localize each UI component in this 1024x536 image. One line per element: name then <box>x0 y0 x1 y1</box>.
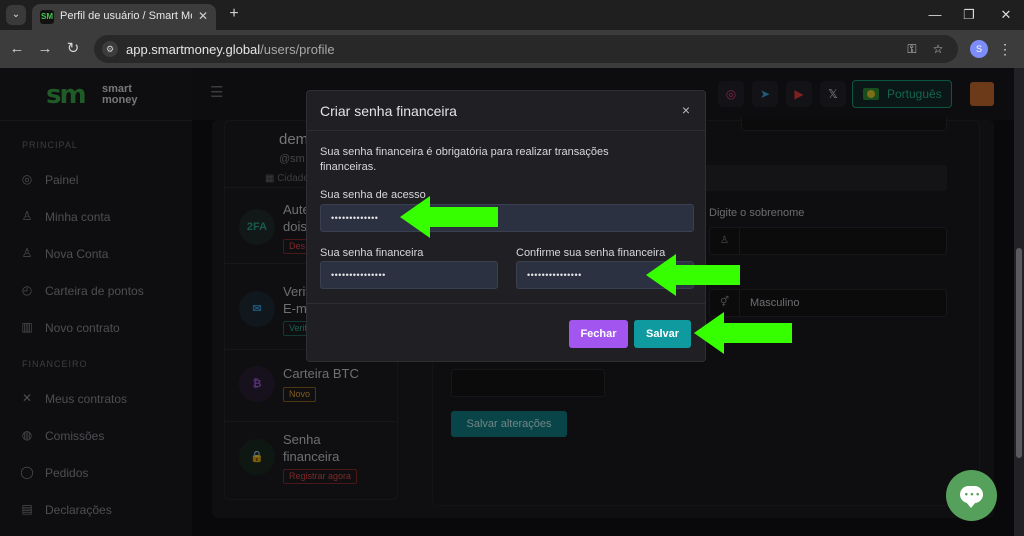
scrollbar-thumb[interactable] <box>1016 248 1022 458</box>
modal-header: Criar senha financeira × <box>307 91 705 131</box>
forward-button[interactable]: → <box>36 40 54 58</box>
create-financial-password-modal: Criar senha financeira × Sua senha finan… <box>306 90 706 362</box>
browser-profile-avatar[interactable]: S <box>970 40 988 58</box>
browser-menu-icon[interactable]: ⋮ <box>998 40 1012 58</box>
annotation-arrow-save <box>694 312 792 354</box>
url-text: app.smartmoney.global/users/profile <box>126 42 335 57</box>
minimize-button[interactable]: — <box>926 6 944 24</box>
browser-toolbar: ← → ↻ ⚙ app.smartmoney.global/users/prof… <box>0 30 1024 68</box>
financial-password-value: ••••••••••••••• <box>331 270 386 280</box>
annotation-arrow-access <box>400 196 498 238</box>
page-scrollbar[interactable] <box>1014 68 1024 536</box>
modal-description: Sua senha financeira é obrigatória para … <box>320 146 609 173</box>
window-close-button[interactable]: ✕ <box>997 6 1015 24</box>
access-password-value: ••••••••••••• <box>331 213 379 223</box>
chat-bubble-icon <box>960 486 983 508</box>
favicon-icon: SM <box>40 10 54 24</box>
browser-tab[interactable]: SM Perfil de usuário / Smart Money ✕ <box>32 4 216 30</box>
confirm-password-value: ••••••••••••••• <box>527 270 582 280</box>
tab-title: Perfil de usuário / Smart Money <box>60 10 192 22</box>
close-button[interactable]: Fechar <box>569 320 628 348</box>
modal-title: Criar senha financeira <box>320 103 457 119</box>
annotation-arrow-confirm <box>646 254 740 296</box>
close-icon[interactable]: × <box>679 102 693 118</box>
modal-footer-divider <box>307 303 705 304</box>
access-password-input[interactable]: ••••••••••••• <box>320 204 694 232</box>
back-button[interactable]: ← <box>8 40 26 58</box>
save-button[interactable]: Salvar <box>634 320 691 348</box>
password-key-icon[interactable]: ⚿ <box>904 41 920 57</box>
chat-button[interactable] <box>946 470 997 521</box>
site-info-icon[interactable]: ⚙ <box>102 41 118 57</box>
bookmark-star-icon[interactable]: ☆ <box>930 41 946 57</box>
address-bar[interactable]: ⚙ app.smartmoney.global/users/profile ⚿ … <box>94 35 958 63</box>
tab-search-button[interactable]: ⌄ <box>6 5 26 25</box>
confirm-password-label: Confirme sua senha financeira <box>516 247 666 259</box>
restore-button[interactable]: ❐ <box>960 6 978 24</box>
financial-password-input[interactable]: ••••••••••••••• <box>320 261 498 289</box>
financial-password-label: Sua senha financeira <box>320 247 424 259</box>
new-tab-button[interactable]: + <box>226 6 242 22</box>
browser-tab-bar: ⌄ SM Perfil de usuário / Smart Money ✕ +… <box>0 0 1024 30</box>
reload-button[interactable]: ↻ <box>64 40 82 58</box>
tab-close-icon[interactable]: ✕ <box>196 9 210 23</box>
